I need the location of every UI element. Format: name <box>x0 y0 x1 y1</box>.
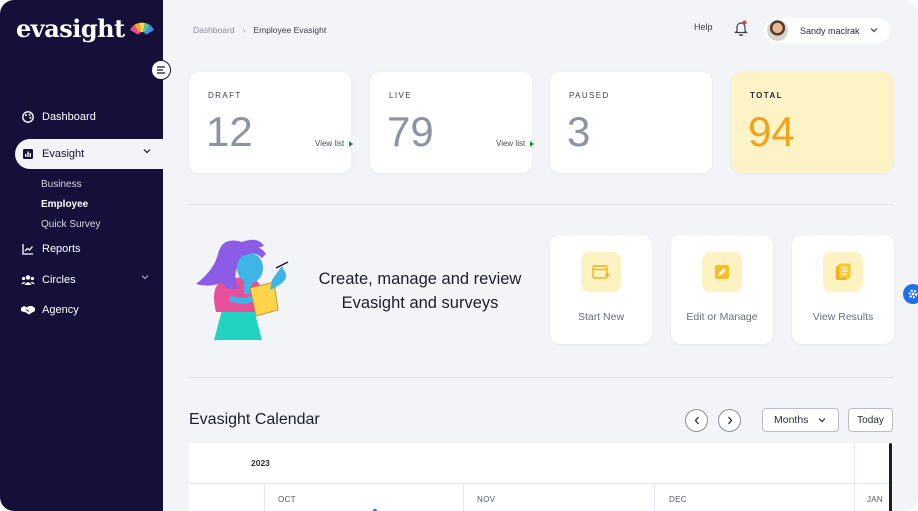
calendar-month-label: OCT <box>278 495 296 504</box>
banner-line-2: Evasight and surveys <box>341 294 499 312</box>
stat-card-live: LIVE 79 View list <box>370 72 535 173</box>
edit-icon <box>702 252 742 292</box>
edit-or-manage-button[interactable]: Edit or Manage <box>671 235 773 344</box>
calendar-year-label: 2023 <box>251 458 270 468</box>
stat-label: PAUSED <box>569 91 610 100</box>
bar-chart-icon <box>21 147 35 161</box>
section-divider <box>188 204 893 205</box>
calendar-view-label: Months <box>774 414 809 426</box>
breadcrumb-separator-icon: › <box>242 25 246 35</box>
calendar-view-select[interactable]: Months <box>762 408 839 432</box>
app-window: evasight Dashboard Evasight Business Emp… <box>0 0 918 511</box>
stat-value: 94 <box>748 108 795 155</box>
sidebar-item-circles[interactable]: Circles <box>0 265 163 295</box>
sidebar-item-label: Agency <box>42 304 79 316</box>
stat-value: 79 <box>387 108 434 155</box>
view-list-label: View list <box>315 139 345 148</box>
calendar-month-label: NOV <box>477 495 496 504</box>
stat-label: LIVE <box>389 91 412 100</box>
app-logo[interactable]: evasight <box>16 14 156 43</box>
calendar-add-icon <box>581 252 621 292</box>
start-new-button[interactable]: Start New <box>550 235 652 344</box>
breadcrumb: Dashboard › Employee Evasight <box>193 25 326 35</box>
document-list-icon <box>823 252 863 292</box>
sidebar-item-label: Evasight <box>42 148 85 160</box>
calendar-prev-button[interactable] <box>685 409 708 432</box>
calendar-row-divider <box>189 483 893 484</box>
stat-label: TOTAL <box>750 91 783 100</box>
chevron-down-icon <box>818 418 826 423</box>
sidebar-item-label: Reports <box>42 243 81 255</box>
settings-gear-icon[interactable] <box>903 284 918 304</box>
stat-card-draft: DRAFT 12 View list <box>189 72 354 173</box>
user-menu[interactable]: Sandy maclrak <box>764 18 890 43</box>
view-list-label: View list <box>496 139 526 148</box>
chevron-down-icon <box>143 149 151 154</box>
woman-with-clipboard-illustration <box>192 232 292 340</box>
sidebar-toggle-button[interactable] <box>151 60 171 80</box>
people-icon <box>21 273 35 287</box>
calendar-month-label: DEC <box>669 495 687 504</box>
avatar <box>767 20 788 41</box>
banner-line-1: Create, manage and review <box>318 270 522 288</box>
help-link[interactable]: Help <box>694 22 713 32</box>
calendar-title: Evasight Calendar <box>189 411 320 428</box>
sidebar: evasight Dashboard Evasight Business Emp… <box>0 0 163 511</box>
stat-value: 3 <box>567 108 591 155</box>
calendar-timeline: 2023 OCT NOV DEC JAN <box>189 443 893 511</box>
user-name: Sandy maclrak <box>800 25 860 36</box>
calendar-column-divider <box>854 443 855 511</box>
breadcrumb-current: Employee Evasight <box>253 25 327 35</box>
sidebar-item-label: Circles <box>42 274 76 286</box>
play-arrow-icon <box>349 140 354 147</box>
calendar-scrollbar[interactable] <box>889 443 892 511</box>
line-chart-icon <box>21 242 35 256</box>
handshake-icon <box>21 303 35 317</box>
sidebar-item-agency[interactable]: Agency <box>0 295 163 325</box>
logo-text: evasight <box>16 14 125 43</box>
sidebar-item-reports[interactable]: Reports <box>0 234 163 264</box>
sidebar-subitem-employee[interactable]: Employee <box>41 199 88 210</box>
view-results-button[interactable]: View Results <box>792 235 894 344</box>
chevron-right-icon <box>727 416 732 425</box>
action-label: Edit or Manage <box>686 311 758 323</box>
banner-heading: Create, manage and review Evasight and s… <box>300 267 540 315</box>
stat-card-paused: PAUSED 3 <box>550 72 712 173</box>
calendar-column-divider <box>463 484 464 511</box>
stat-card-total: TOTAL 94 <box>731 72 893 173</box>
chevron-down-icon <box>141 275 149 280</box>
calendar-next-button[interactable] <box>718 409 741 432</box>
menu-icon <box>157 66 165 74</box>
sidebar-item-evasight[interactable]: Evasight <box>15 139 163 169</box>
chevron-down-icon <box>870 28 878 33</box>
chevron-left-icon <box>694 416 699 425</box>
stat-label: DRAFT <box>208 91 242 100</box>
view-list-link[interactable]: View list <box>315 139 354 148</box>
action-label: View Results <box>812 311 874 323</box>
play-arrow-icon <box>530 140 535 147</box>
today-button[interactable]: Today <box>848 408 893 432</box>
view-list-link[interactable]: View list <box>496 139 535 148</box>
palette-icon <box>21 110 35 124</box>
calendar-column-divider <box>654 484 655 511</box>
section-divider <box>188 377 893 378</box>
sidebar-subitem-business[interactable]: Business <box>41 179 82 190</box>
sidebar-item-dashboard[interactable]: Dashboard <box>0 102 163 132</box>
calendar-column-divider <box>264 484 265 511</box>
sidebar-subitem-quick-survey[interactable]: Quick Survey <box>41 219 100 230</box>
stat-value: 12 <box>206 108 253 155</box>
breadcrumb-link-dashboard[interactable]: Dashboard <box>193 25 235 35</box>
calendar-month-label: JAN <box>867 495 884 504</box>
logo-fan-icon <box>129 22 154 37</box>
notification-bell-icon[interactable] <box>733 19 749 37</box>
sidebar-item-label: Dashboard <box>42 111 96 123</box>
action-label: Start New <box>577 311 625 323</box>
